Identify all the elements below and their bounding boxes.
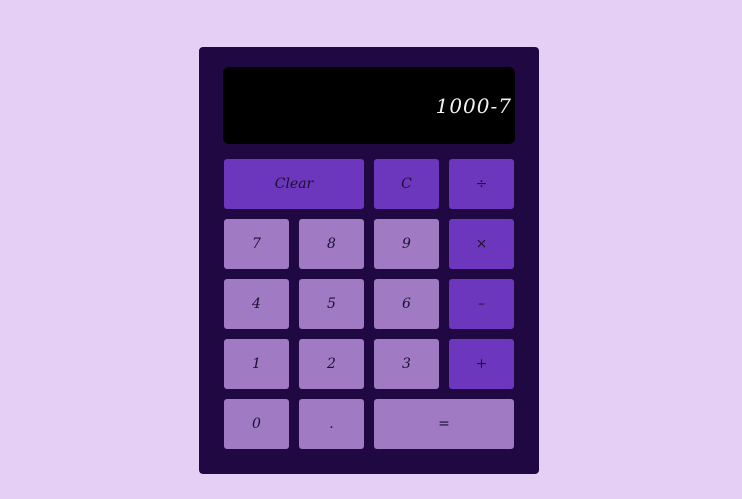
digit-6-button[interactable]: 6 [374, 279, 439, 329]
digit-7-button[interactable]: 7 [224, 219, 289, 269]
display: 1000-7 [223, 67, 515, 144]
digit-1-button[interactable]: 1 [224, 339, 289, 389]
minus-button[interactable]: – [449, 279, 514, 329]
plus-button[interactable]: + [449, 339, 514, 389]
decimal-point-button[interactable]: . [299, 399, 364, 449]
digit-3-button[interactable]: 3 [374, 339, 439, 389]
clear-button[interactable]: Clear [224, 159, 364, 209]
digit-2-button[interactable]: 2 [299, 339, 364, 389]
calculator: 1000-7 Clear C ÷ 7 8 9 × 4 5 6 – 1 2 3 +… [199, 47, 539, 474]
digit-0-button[interactable]: 0 [224, 399, 289, 449]
digit-5-button[interactable]: 5 [299, 279, 364, 329]
digit-8-button[interactable]: 8 [299, 219, 364, 269]
divide-button[interactable]: ÷ [449, 159, 514, 209]
display-value: 1000-7 [435, 93, 512, 118]
multiply-button[interactable]: × [449, 219, 514, 269]
digit-4-button[interactable]: 4 [224, 279, 289, 329]
equals-button[interactable]: = [374, 399, 514, 449]
digit-9-button[interactable]: 9 [374, 219, 439, 269]
backspace-button[interactable]: C [374, 159, 439, 209]
